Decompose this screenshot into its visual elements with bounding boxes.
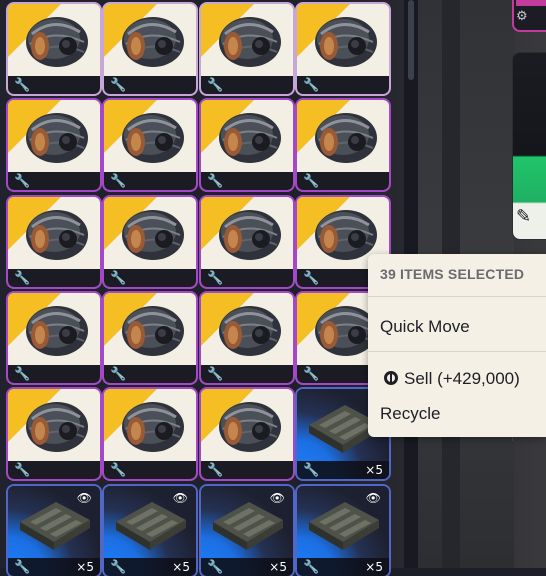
wrench-icon: 🔧 (110, 271, 127, 286)
inventory-item-fuel-cell[interactable]: 🔧 (201, 100, 293, 190)
wrench-icon: 🔧 (207, 367, 224, 382)
inventory-item-fuel-cell[interactable]: 🔧 (8, 100, 100, 190)
wrench-icon: 🔧 (303, 463, 320, 478)
fuel-cell-image (120, 108, 186, 166)
eye-icon[interactable]: 👁 (77, 492, 92, 504)
wrench-icon: 🔧 (14, 174, 31, 189)
fuel-cell-image (313, 205, 379, 263)
fuel-cell-image (217, 205, 283, 263)
wrench-icon: 🔧 (207, 78, 224, 93)
fuel-cell-image (24, 12, 90, 70)
wrench-icon: 🔧 (14, 463, 31, 478)
fuel-cell-image (24, 108, 90, 166)
sell-menu-item[interactable]: Sell (+429,000) (404, 369, 520, 389)
gear-icon[interactable]: ⚙ (516, 10, 528, 23)
coin-icon (384, 371, 398, 385)
fuel-cell-image (120, 301, 186, 359)
inventory-item-tray[interactable]: 👁 🔧 ×5 (104, 486, 196, 576)
scrollbar-thumb[interactable] (408, 0, 414, 80)
fuel-cell-image (313, 108, 379, 166)
inventory-item-fuel-cell[interactable]: 🔧 (8, 389, 100, 479)
wrench-icon: 🔧 (14, 78, 31, 93)
inventory-item-fuel-cell[interactable]: 🔧 (201, 197, 293, 287)
inventory-item-fuel-cell[interactable]: 🔧 (104, 100, 196, 190)
context-menu: 39 ITEMS SELECTED Quick Move Sell (+429,… (368, 254, 546, 437)
fuel-cell-image (217, 108, 283, 166)
fuel-cell-image (24, 205, 90, 263)
menu-divider (368, 351, 546, 352)
quick-move-menu-item[interactable]: Quick Move (380, 317, 470, 337)
inventory-item-tray[interactable]: 👁 🔧 ×5 (201, 486, 293, 576)
side-panel-accent (516, 0, 546, 6)
fuel-cell-image (24, 397, 90, 455)
wrench-icon: 🔧 (110, 463, 127, 478)
inventory-item-fuel-cell[interactable]: 🔧 (104, 389, 196, 479)
wrench-icon: 🔧 (110, 367, 127, 382)
fuel-cell-image (313, 12, 379, 70)
inventory-item-fuel-cell[interactable]: 🔧 (297, 4, 389, 94)
eye-icon[interactable]: 👁 (173, 492, 188, 504)
inventory-item-tray[interactable]: 👁 🔧 ×5 (8, 486, 100, 576)
fuel-cell-image (217, 397, 283, 455)
inventory-item-fuel-cell[interactable]: 🔧 (8, 293, 100, 383)
inventory-item-fuel-cell[interactable]: 🔧 (104, 293, 196, 383)
inventory-item-fuel-cell[interactable]: 🔧 (8, 4, 100, 94)
inventory-item-fuel-cell[interactable]: 🔧 (201, 389, 293, 479)
fuel-cell-image (120, 397, 186, 455)
wrench-icon: 🔧 (207, 174, 224, 189)
fuel-cell-image (217, 12, 283, 70)
selection-count-header: 39 ITEMS SELECTED (380, 266, 525, 282)
pencil-icon[interactable]: ✎ (516, 208, 531, 226)
stack-count: ×5 (365, 463, 383, 477)
inventory-item-fuel-cell[interactable]: 🔧 (8, 197, 100, 287)
inventory-item-tray[interactable]: 👁 🔧 ×5 (297, 486, 389, 576)
inventory-item-fuel-cell[interactable]: 🔧 (104, 4, 196, 94)
eye-icon[interactable]: 👁 (366, 492, 381, 504)
wrench-icon: 🔧 (14, 367, 31, 382)
wrench-icon: 🔧 (303, 174, 320, 189)
wrench-icon: 🔧 (110, 174, 127, 189)
inventory-item-fuel-cell[interactable]: 🔧 (201, 4, 293, 94)
menu-divider (368, 296, 546, 297)
recycle-menu-item[interactable]: Recycle (380, 404, 440, 424)
inventory-item-fuel-cell[interactable]: 🔧 (297, 100, 389, 190)
fuel-cell-image (217, 301, 283, 359)
fuel-cell-image (24, 301, 90, 359)
fuel-cell-image (120, 12, 186, 70)
inventory-item-fuel-cell[interactable]: 🔧 (201, 293, 293, 383)
wrench-icon: 🔧 (303, 78, 320, 93)
wrench-icon: 🔧 (14, 271, 31, 286)
fuel-cell-image (120, 205, 186, 263)
wrench-icon: 🔧 (207, 271, 224, 286)
wrench-icon: 🔧 (110, 78, 127, 93)
wrench-icon: 🔧 (207, 463, 224, 478)
inventory-item-fuel-cell[interactable]: 🔧 (104, 197, 196, 287)
wrench-icon: 🔧 (303, 271, 320, 286)
wrench-icon: 🔧 (303, 367, 320, 382)
eye-icon[interactable]: 👁 (270, 492, 285, 504)
